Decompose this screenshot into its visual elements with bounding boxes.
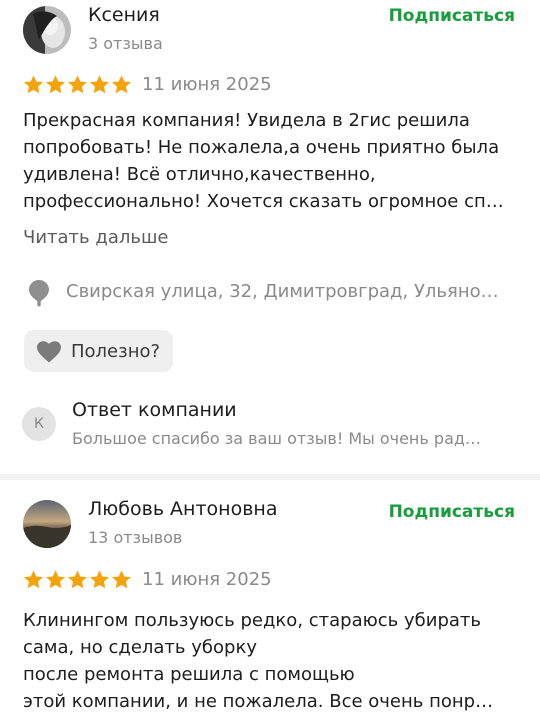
star-icon — [90, 75, 109, 94]
review-text-line: Клинингом пользуюсь редко, стараюсь убир… — [23, 610, 482, 631]
star-icon — [46, 75, 65, 94]
review-text-line: удивлена! Всё отлично,качественно, — [23, 164, 376, 185]
review-date: 11 июня 2025 — [142, 74, 272, 95]
review-count: 13 отзывов — [88, 528, 183, 547]
review-text-line: после ремонта решила с помощью — [23, 664, 355, 685]
review-text-line: попробовать! Не пожалела,а очень приятно… — [23, 137, 500, 158]
review-card: Ксения 3 отзыва Подписаться 11 июня 2025… — [0, 0, 540, 474]
read-more-link[interactable]: Читать дальше — [23, 227, 169, 248]
author-name[interactable]: Любовь Антоновна — [88, 498, 277, 520]
avatar[interactable] — [23, 500, 71, 548]
star-icon — [24, 75, 43, 94]
review-text-line: Прекрасная компания! Увидела в 2гис реши… — [23, 110, 470, 131]
heart-icon — [37, 340, 61, 362]
star-icon — [112, 75, 131, 94]
company-reply-title: Ответ компании — [72, 399, 237, 421]
review-text: Клинингом пользуюсь редко, стараюсь убир… — [23, 607, 523, 715]
author-name[interactable]: Ксения — [88, 4, 160, 26]
review-count: 3 отзыва — [88, 34, 163, 53]
subscribe-button[interactable]: Подписаться — [389, 6, 515, 26]
rating-stars — [23, 569, 132, 590]
star-icon — [24, 570, 43, 589]
avatar[interactable] — [23, 6, 71, 54]
review-text-line: сама, но сделать уборку — [23, 637, 257, 658]
star-icon — [68, 570, 87, 589]
helpful-button[interactable]: Полезно? — [24, 330, 174, 372]
company-avatar: К — [22, 407, 56, 441]
review-date: 11 июня 2025 — [142, 569, 272, 590]
star-icon — [46, 570, 65, 589]
address-link[interactable]: Свирская улица, 32, Димитровград, Ульяно… — [66, 281, 516, 302]
star-icon — [112, 570, 131, 589]
review-text-line: профессионально! Хочется сказать огромно… — [23, 191, 504, 212]
review-text-line: этой компании, и не пожалела. Все очень … — [23, 691, 494, 712]
rating-stars — [23, 74, 132, 95]
review-text: Прекрасная компания! Увидела в 2гис реши… — [23, 107, 523, 215]
location-pin-icon — [29, 280, 49, 307]
star-icon — [90, 570, 109, 589]
company-reply-text[interactable]: Большое спасибо за ваш отзыв! Мы очень р… — [72, 429, 514, 448]
subscribe-button[interactable]: Подписаться — [389, 502, 515, 522]
review-card: Любовь Антоновна 13 отзывов Подписаться … — [0, 480, 540, 720]
star-icon — [68, 75, 87, 94]
helpful-label: Полезно? — [71, 340, 161, 362]
